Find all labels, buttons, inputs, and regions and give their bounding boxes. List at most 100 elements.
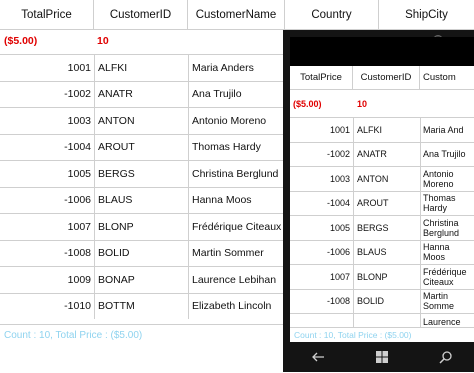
cell-customername: Maria Anders xyxy=(188,55,285,81)
table-row[interactable]: 1009 BONAP Laurence Lebihan xyxy=(0,266,285,293)
table-row[interactable]: Laurence xyxy=(290,313,474,327)
cell-customerid: ANATR xyxy=(353,142,420,166)
cell-customername: Ana Trujilo xyxy=(420,142,474,166)
column-header-customername[interactable]: CustomerName xyxy=(188,0,285,30)
cell-customername: Martin Somme xyxy=(420,289,474,313)
windows-start-icon[interactable] xyxy=(374,349,390,365)
phone-emulator: TotalPrice CustomerID Custom ($5.00) 10 … xyxy=(283,30,474,372)
cell-totalprice: 1009 xyxy=(67,273,91,286)
back-arrow-icon[interactable] xyxy=(310,349,326,365)
cell-customerid: AROUT xyxy=(353,191,420,215)
cell-customerid: BLONP xyxy=(94,214,188,240)
table-row[interactable]: 1007 BLONP Frédérique Citeaux xyxy=(290,264,474,289)
table-footer: Count : 10, Total Price : ($5.00) xyxy=(0,324,285,373)
cell-totalprice xyxy=(290,314,353,327)
table-row[interactable]: -1008 BOLID Martin Somme xyxy=(290,288,474,313)
cell-totalprice: -1002 xyxy=(64,88,91,101)
cell-customername: Elizabeth Lincoln xyxy=(188,293,285,319)
phone-column-header-customerid[interactable]: CustomerID xyxy=(353,66,420,90)
cell-customername: Ana Trujilo xyxy=(188,81,285,107)
cell-totalprice: 1001 xyxy=(329,124,350,135)
cell-customerid xyxy=(353,314,420,327)
cell-totalprice: -1008 xyxy=(64,247,91,260)
cell-totalprice: 1003 xyxy=(67,114,91,127)
cell-customerid: ANTON xyxy=(94,108,188,134)
summary-total: ($5.00) xyxy=(4,35,38,47)
column-header-totalprice[interactable]: TotalPrice xyxy=(0,0,94,30)
column-header-shipcity[interactable]: ShipCity xyxy=(379,0,474,30)
phone-footer-summary: Count : 10, Total Price : ($5.00) xyxy=(294,330,412,340)
cell-customerid: BOLID xyxy=(353,289,420,313)
cell-totalprice: -1004 xyxy=(326,198,350,209)
cell-customerid: BLONP xyxy=(353,265,420,289)
table-row[interactable]: -1010 BOTTM Elizabeth Lincoln xyxy=(0,292,285,319)
cell-totalprice: -1006 xyxy=(326,247,350,258)
cell-customerid: ANTON xyxy=(353,167,420,191)
cell-totalprice: -1010 xyxy=(64,300,91,313)
cell-customername: Frédérique Citeaux xyxy=(420,265,474,289)
cell-customerid: BERGS xyxy=(94,161,188,187)
table-row[interactable]: 1005 BERGS Christina Berglund xyxy=(0,160,285,187)
cell-totalprice: -1004 xyxy=(64,141,91,154)
cell-customername: Laurence xyxy=(420,314,474,327)
cell-totalprice: 1005 xyxy=(329,222,350,233)
phone-screen: TotalPrice CustomerID Custom ($5.00) 10 … xyxy=(290,37,474,342)
cell-customerid: ALFKI xyxy=(94,55,188,81)
cell-totalprice: -1008 xyxy=(326,296,350,307)
cell-customerid: BOLID xyxy=(94,240,188,266)
table-row[interactable]: 1007 BLONP Frédérique Citeaux xyxy=(0,213,285,240)
table-row[interactable]: -1006 BLAUS Hanna Moos xyxy=(0,186,285,213)
cell-customername: Antonio Moreno xyxy=(188,108,285,134)
cell-totalprice: -1002 xyxy=(326,149,350,160)
cell-customername: Thomas Hardy xyxy=(420,191,474,215)
table-row[interactable]: -1006 BLAUS Hanna Moos xyxy=(290,239,474,264)
cell-customerid: BOTTM xyxy=(94,293,188,319)
cell-customername: Martin Sommer xyxy=(188,240,285,266)
cell-customername: Christina Berglund xyxy=(420,216,474,240)
cell-customerid: ANATR xyxy=(94,81,188,107)
table-row[interactable]: -1004 AROUT Thomas Hardy xyxy=(290,190,474,215)
cell-customername: Frédérique Citeaux xyxy=(188,214,285,240)
table-row[interactable]: -1004 AROUT Thomas Hardy xyxy=(0,133,285,160)
table-row[interactable]: 1003 ANTON Antonio Moreno xyxy=(290,166,474,191)
cell-totalprice: 1005 xyxy=(67,167,91,180)
phone-summary-total: ($5.00) xyxy=(293,99,322,109)
table-row[interactable]: -1008 BOLID Martin Sommer xyxy=(0,239,285,266)
cell-customerid: ALFKI xyxy=(353,118,420,142)
cell-customerid: BONAP xyxy=(94,267,188,293)
cell-customerid: BLAUS xyxy=(94,187,188,213)
column-header-customerid[interactable]: CustomerID xyxy=(94,0,188,30)
cell-totalprice: 1007 xyxy=(67,220,91,233)
cell-customername: Maria And xyxy=(420,118,474,142)
footer-summary: Count : 10, Total Price : ($5.00) xyxy=(4,330,143,341)
phone-summary-count: 10 xyxy=(357,99,368,109)
cell-totalprice: 1007 xyxy=(329,271,350,282)
phone-column-header-customername[interactable]: Custom xyxy=(420,66,474,90)
cell-totalprice: -1006 xyxy=(64,194,91,207)
table-row[interactable]: 1001 ALFKI Maria And xyxy=(290,117,474,142)
cell-customername: Hanna Moos xyxy=(420,240,474,264)
cell-customerid: BLAUS xyxy=(353,240,420,264)
table-row[interactable]: -1002 ANATR Ana Trujilo xyxy=(290,141,474,166)
cell-totalprice: 1003 xyxy=(329,173,350,184)
table-row[interactable]: -1002 ANATR Ana Trujilo xyxy=(0,80,285,107)
phone-status-bar xyxy=(290,37,474,66)
cell-customername: Antonio Moreno xyxy=(420,167,474,191)
table-row[interactable]: 1003 ANTON Antonio Moreno xyxy=(0,107,285,134)
phone-column-header-totalprice[interactable]: TotalPrice xyxy=(290,66,353,90)
phone-table-footer: Count : 10, Total Price : ($5.00) xyxy=(290,327,474,342)
cell-customername: Laurence Lebihan xyxy=(188,267,285,293)
cell-customerid: AROUT xyxy=(94,134,188,160)
summary-row: ($5.00) 10 xyxy=(0,30,290,54)
cell-customername: Thomas Hardy xyxy=(188,134,285,160)
phone-nav-bar xyxy=(290,342,474,372)
cell-customerid: BERGS xyxy=(353,216,420,240)
cell-totalprice: 1001 xyxy=(67,61,91,74)
cell-customername: Christina Berglund xyxy=(188,161,285,187)
cell-customername: Hanna Moos xyxy=(188,187,285,213)
search-icon[interactable] xyxy=(438,349,454,365)
table-row[interactable]: 1005 BERGS Christina Berglund xyxy=(290,215,474,240)
table-row[interactable]: 1001 ALFKI Maria Anders xyxy=(0,54,285,81)
summary-count: 10 xyxy=(97,35,109,47)
column-header-country[interactable]: Country xyxy=(285,0,379,30)
